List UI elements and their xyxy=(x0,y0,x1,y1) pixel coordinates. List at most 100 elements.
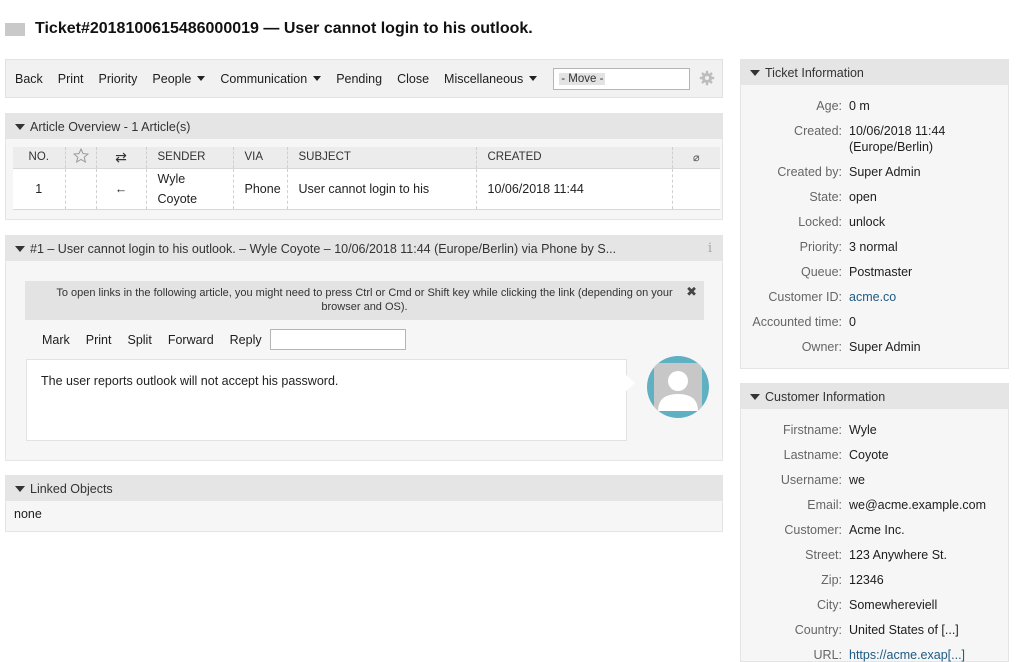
miscellaneous-menu[interactable]: Miscellaneous xyxy=(444,71,538,86)
customer-label: Street: xyxy=(805,548,842,562)
info-label: Owner: xyxy=(801,340,842,354)
col-subject[interactable]: SUBJECT xyxy=(287,147,477,169)
customer-label: Country: xyxy=(794,623,842,637)
ticket-info-widget: Ticket Information Age: 0 m Created: 10/06… xyxy=(740,59,1009,369)
article-header[interactable]: #1 – User cannot login to his outlook. –… xyxy=(6,236,722,261)
communication-menu[interactable]: Communication xyxy=(220,71,322,86)
info-value: 0 xyxy=(849,315,856,329)
back-button[interactable]: Back xyxy=(15,72,43,86)
article-overview-header[interactable]: Article Overview - 1 Article(s) xyxy=(6,114,722,139)
article-table: NO. ⇄ SENDER VIA SUBJECT CREATED ⌀ 1 ← W… xyxy=(13,147,720,210)
article-widget: #1 – User cannot login to his outlook. –… xyxy=(5,235,723,461)
collapse-icon xyxy=(15,123,25,130)
user-avatar-icon xyxy=(654,363,702,411)
info-row-queue: Queue: Postmaster xyxy=(741,264,1008,280)
customer-url-link[interactable]: https://acme.exap[...] xyxy=(849,647,1008,662)
customer-label: URL: xyxy=(813,648,842,662)
people-menu[interactable]: People xyxy=(152,71,206,86)
col-direction[interactable]: ⇄ xyxy=(96,147,147,169)
print-article-button[interactable]: Print xyxy=(86,333,112,347)
customer-row-customer: Customer: Acme Inc. xyxy=(741,522,1008,538)
col-created[interactable]: CREATED xyxy=(476,147,673,169)
collapse-icon xyxy=(750,393,760,400)
cell-via: Phone xyxy=(233,168,288,209)
paperclip-icon: ⌀ xyxy=(692,151,700,164)
gear-icon[interactable] xyxy=(699,70,715,86)
sender-first: Wyle xyxy=(157,171,186,186)
col-star[interactable] xyxy=(65,147,97,169)
customer-label: Username: xyxy=(780,473,842,487)
collapse-icon xyxy=(750,69,760,76)
info-value: 3 normal xyxy=(849,240,898,254)
info-row-accounted-time: Accounted time: 0 xyxy=(741,314,1008,330)
info-value: 10/06/2018 11:44 (Europe/Berlin) xyxy=(849,123,1008,155)
col-via[interactable]: VIA xyxy=(233,147,288,169)
info-label: Customer ID: xyxy=(768,290,842,304)
article-header-title: #1 – User cannot login to his outlook. –… xyxy=(30,241,617,256)
customer-row-lastname: Lastname: Coyote xyxy=(741,447,1008,463)
ticket-info-list: Age: 0 m Created: 10/06/2018 11:44 (Europe/… xyxy=(741,85,1008,355)
collapse-icon xyxy=(15,245,25,252)
customer-value: we xyxy=(849,473,865,487)
customer-info-header[interactable]: Customer Information xyxy=(741,384,1008,409)
col-no[interactable]: NO. xyxy=(13,147,66,169)
customer-id-link[interactable]: acme.co xyxy=(849,289,1008,305)
info-value: unlock xyxy=(849,215,886,229)
cell-sender: Wyle Coyote xyxy=(146,168,234,209)
caret-down-icon xyxy=(313,76,322,81)
link-notice-text: To open links in the following article, … xyxy=(56,287,673,313)
article-actions: Mark Print Split Forward Reply xyxy=(42,329,406,350)
col-sender[interactable]: SENDER xyxy=(146,147,234,169)
sender-last: Coyote xyxy=(157,191,198,206)
people-menu-label: People xyxy=(152,71,192,86)
move-select[interactable]: - Move - xyxy=(553,67,691,90)
customer-row-email: Email: we@acme.example.com xyxy=(741,497,1008,513)
close-button[interactable]: Close xyxy=(397,72,429,86)
customer-label: Firstname: xyxy=(782,423,842,437)
customer-row-username: Username: we xyxy=(741,472,1008,488)
info-row-age: Age: 0 m xyxy=(741,98,1008,114)
info-icon[interactable]: i xyxy=(708,241,712,256)
customer-value: Wyle xyxy=(849,423,877,437)
pending-button[interactable]: Pending xyxy=(336,72,382,86)
linked-objects-header[interactable]: Linked Objects xyxy=(6,476,722,501)
article-overview-title: Article Overview - 1 Article(s) xyxy=(30,119,191,134)
customer-info-widget: Customer Information Firstname: Wyle Last… xyxy=(740,383,1009,662)
forward-button[interactable]: Forward xyxy=(168,333,214,347)
customer-info-title: Customer Information xyxy=(765,389,886,404)
print-button[interactable]: Print xyxy=(58,72,84,86)
miscellaneous-menu-label: Miscellaneous xyxy=(444,71,524,86)
cell-created: 10/06/2018 11:44 xyxy=(476,168,673,209)
communication-menu-label: Communication xyxy=(220,71,308,86)
cell-star xyxy=(65,168,97,209)
mark-button[interactable]: Mark xyxy=(42,333,70,347)
table-row[interactable]: 1 ← Wyle Coyote Phone User cannot login t… xyxy=(13,168,720,209)
reply-template-select[interactable] xyxy=(269,329,406,350)
created-timezone: (Europe/Berlin) xyxy=(849,140,934,154)
page-title: Ticket#2018100615486000019 — User cannot… xyxy=(35,20,533,37)
ticket-info-header[interactable]: Ticket Information xyxy=(741,60,1008,85)
info-label: Created by: xyxy=(777,165,842,179)
info-row-locked: Locked: unlock xyxy=(741,214,1008,230)
article-overview-widget: Article Overview - 1 Article(s) NO. ⇄ SE… xyxy=(5,113,723,220)
direction-swap-icon: ⇄ xyxy=(115,148,127,165)
info-value: Super Admin xyxy=(849,165,921,179)
customer-value: Acme Inc. xyxy=(849,523,905,537)
ticket-toolbar: Back Print Priority People Communication… xyxy=(5,59,723,98)
customer-value: Coyote xyxy=(849,448,889,462)
close-icon[interactable]: ✖ xyxy=(686,285,697,299)
customer-value: 123 Anywhere St. xyxy=(849,548,947,562)
split-button[interactable]: Split xyxy=(127,333,151,347)
reply-button[interactable]: Reply xyxy=(230,333,262,347)
caret-down-icon xyxy=(197,76,206,81)
info-row-owner: Owner: Super Admin xyxy=(741,339,1008,355)
info-label: Locked: xyxy=(798,215,842,229)
info-label: Created: xyxy=(794,124,842,138)
priority-button[interactable]: Priority xyxy=(99,72,138,86)
customer-value: Somewhereviell xyxy=(849,598,938,612)
customer-row-city: City: Somewhereviell xyxy=(741,597,1008,613)
info-label: Queue: xyxy=(800,265,842,279)
cell-direction: ← xyxy=(96,168,147,209)
info-label: Accounted time: xyxy=(752,315,842,329)
col-attachment[interactable]: ⌀ xyxy=(672,147,720,169)
